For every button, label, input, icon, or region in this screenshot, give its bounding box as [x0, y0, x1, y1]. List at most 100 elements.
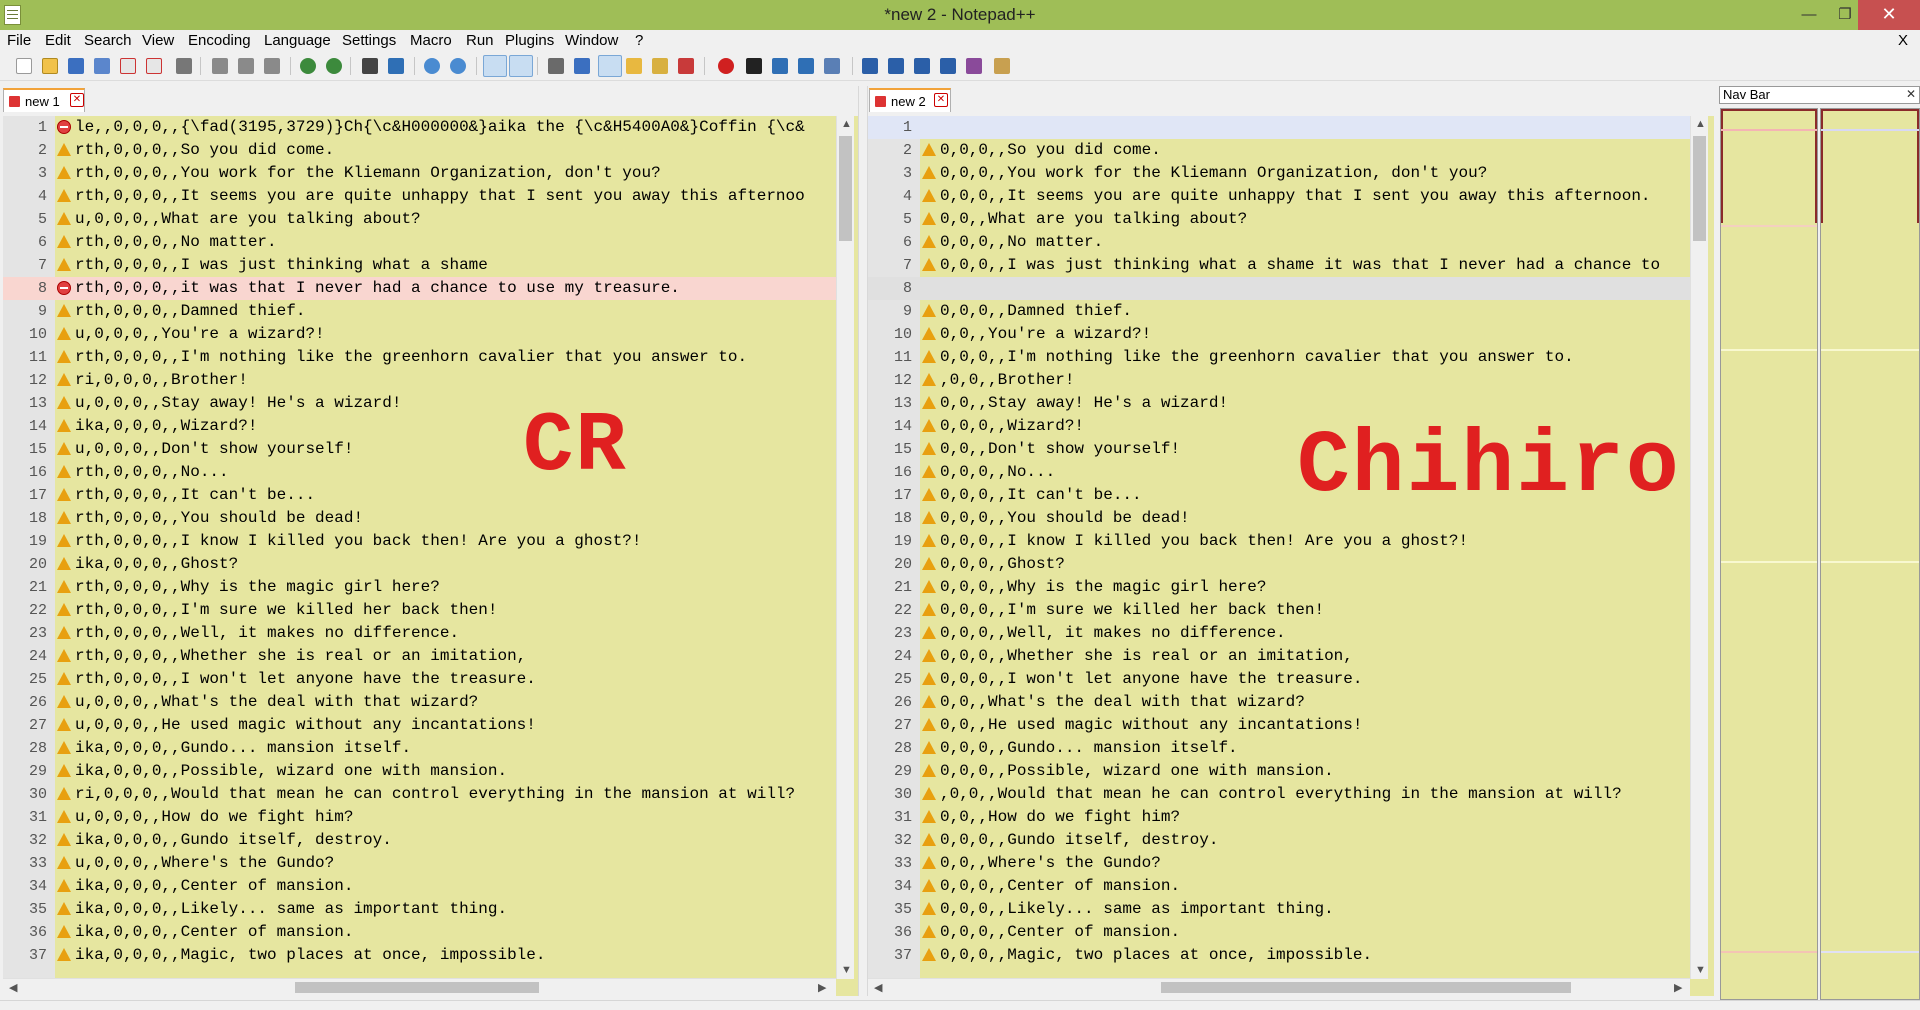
scroll-up-arrow-icon[interactable]: ▲	[841, 118, 852, 130]
editor-line[interactable]: 31 u,0,0,0,,How do we fight him?	[3, 806, 836, 829]
editor-line[interactable]: 4 rth,0,0,0,,It seems you are quite unhap…	[3, 185, 836, 208]
close-document-button[interactable]: X	[1898, 30, 1908, 52]
view-splitter[interactable]	[858, 86, 868, 996]
scrollbar-thumb[interactable]	[295, 982, 539, 993]
editor-line[interactable]: 21 0,0,0,,Why is the magic girl here?	[868, 576, 1690, 599]
close-file-icon[interactable]	[120, 58, 136, 74]
scroll-down-arrow-icon[interactable]: ▼	[1695, 964, 1706, 976]
scroll-left-arrow-icon[interactable]: ◀	[874, 981, 882, 994]
editor-line[interactable]: 30 ri,0,0,0,,Would that mean he can contr…	[3, 783, 836, 806]
menu-window[interactable]: Window	[565, 30, 618, 52]
editor-line[interactable]: 6 rth,0,0,0,,No matter.	[3, 231, 836, 254]
nav-bar-left-view[interactable]	[1720, 108, 1818, 1000]
editor-line[interactable]: 26 0,0,,What's the deal with that wizard?	[868, 691, 1690, 714]
editor-line[interactable]: 16 rth,0,0,0,,No...	[3, 461, 836, 484]
copy-icon[interactable]	[238, 58, 254, 74]
editor-line[interactable]: 36 0,0,0,,Center of mansion.	[868, 921, 1690, 944]
menu-run[interactable]: Run	[466, 30, 494, 52]
editor-line[interactable]: 11 rth,0,0,0,,I'm nothing like the greenh…	[3, 346, 836, 369]
editor-line[interactable]: 26 u,0,0,0,,What's the deal with that wiz…	[3, 691, 836, 714]
menu-macro[interactable]: Macro	[410, 30, 452, 52]
last-difference-icon[interactable]	[940, 58, 956, 74]
close-tab-icon[interactable]: ✕	[70, 93, 84, 107]
scrollbar-thumb[interactable]	[1161, 982, 1571, 993]
editor-line[interactable]: 5 0,0,,What are you talking about?	[868, 208, 1690, 231]
menu-settings[interactable]: Settings	[342, 30, 396, 52]
indent-guide-icon[interactable]	[598, 55, 622, 77]
editor-line[interactable]: 9 0,0,0,,Damned thief.	[868, 300, 1690, 323]
editor-line[interactable]: 34 ika,0,0,0,,Center of mansion.	[3, 875, 836, 898]
editor-line[interactable]: 15 u,0,0,0,,Don't show yourself!	[3, 438, 836, 461]
find-icon[interactable]	[362, 58, 378, 74]
editor-line[interactable]: 2 rth,0,0,0,,So you did come.	[3, 139, 836, 162]
scroll-right-arrow-icon[interactable]: ▶	[1674, 981, 1682, 994]
paste-icon[interactable]	[264, 58, 280, 74]
spell-check-icon[interactable]	[966, 58, 982, 74]
editor-line[interactable]: 27 0,0,,He used magic without any incanta…	[868, 714, 1690, 737]
editor-line[interactable]: 2 0,0,0,,So you did come.	[868, 139, 1690, 162]
editor-line[interactable]: 31 0,0,,How do we fight him?	[868, 806, 1690, 829]
editor-line[interactable]: 37 0,0,0,,Magic, two places at once, impo…	[868, 944, 1690, 967]
editor-line[interactable]: 3 0,0,0,,You work for the Kliemann Organi…	[868, 162, 1690, 185]
editor-line[interactable]: 22 0,0,0,,I'm sure we killed her back the…	[868, 599, 1690, 622]
sync-vertical-scroll-icon[interactable]	[483, 55, 507, 77]
editor-line[interactable]: 20 0,0,0,,Ghost?	[868, 553, 1690, 576]
editor-line[interactable]: 23 rth,0,0,0,,Well, it makes no differenc…	[3, 622, 836, 645]
editor-line[interactable]: 19 0,0,0,,I know I killed you back then! …	[868, 530, 1690, 553]
editor-line[interactable]: 12 ri,0,0,0,,Brother!	[3, 369, 836, 392]
editor-line[interactable]: 23 0,0,0,,Well, it makes no difference.	[868, 622, 1690, 645]
editor-line[interactable]: 32 ika,0,0,0,,Gundo itself, destroy.	[3, 829, 836, 852]
scrollbar-thumb[interactable]	[1693, 136, 1706, 241]
editor-line[interactable]: 14 ika,0,0,0,,Wizard?!	[3, 415, 836, 438]
editor-line[interactable]: 7 rth,0,0,0,,I was just thinking what a s…	[3, 254, 836, 277]
run-macro-multiple-icon[interactable]	[798, 58, 814, 74]
menu-search[interactable]: Search	[84, 30, 132, 52]
editor-line[interactable]: 24 0,0,0,,Whether she is real or an imita…	[868, 645, 1690, 668]
editor-line[interactable]: 7 0,0,0,,I was just thinking what a shame…	[868, 254, 1690, 277]
close-tab-icon[interactable]: ✕	[934, 93, 948, 107]
editor-line[interactable]: 10 u,0,0,0,,You're a wizard?!	[3, 323, 836, 346]
editor-line[interactable]: 28 0,0,0,,Gundo... mansion itself.	[868, 737, 1690, 760]
editor-line[interactable]: 13 u,0,0,0,,Stay away! He's a wizard!	[3, 392, 836, 415]
save-icon[interactable]	[68, 58, 84, 74]
right-editor[interactable]: 1 2 0,0,0,,So you did come. 3 0,0,0,,You wor…	[868, 116, 1714, 996]
nav-bar-right-view[interactable]	[1820, 108, 1920, 1000]
editor-line[interactable]: 28 ika,0,0,0,,Gundo... mansion itself.	[3, 737, 836, 760]
replace-icon[interactable]	[388, 58, 404, 74]
show-all-characters-icon[interactable]	[574, 58, 590, 74]
menu-file[interactable]: File	[7, 30, 31, 52]
next-difference-icon[interactable]	[914, 58, 930, 74]
menu-help[interactable]: ?	[635, 30, 643, 52]
nav-visible-region[interactable]	[1821, 109, 1919, 223]
menu-edit[interactable]: Edit	[45, 30, 71, 52]
editor-line[interactable]: 17 rth,0,0,0,,It can't be...	[3, 484, 836, 507]
open-file-icon[interactable]	[42, 58, 58, 74]
editor-line[interactable]: 11 0,0,0,,I'm nothing like the greenhorn …	[868, 346, 1690, 369]
editor-line[interactable]: 1 le,,0,0,0,,{\fad(3195,3729)}Ch{\c&H0000…	[3, 116, 836, 139]
close-all-icon[interactable]	[146, 58, 162, 74]
user-language-icon[interactable]	[626, 58, 642, 74]
editor-line[interactable]: 33 0,0,,Where's the Gundo?	[868, 852, 1690, 875]
editor-line[interactable]: 32 0,0,0,,Gundo itself, destroy.	[868, 829, 1690, 852]
close-window-button[interactable]: ✕	[1858, 0, 1920, 30]
tab-new-1[interactable]: new 1 ✕	[3, 88, 85, 112]
redo-icon[interactable]	[326, 58, 342, 74]
previous-difference-icon[interactable]	[888, 58, 904, 74]
new-file-icon[interactable]	[16, 58, 32, 74]
editor-line[interactable]: 34 0,0,0,,Center of mansion.	[868, 875, 1690, 898]
editor-line[interactable]: 12 ,0,0,,Brother!	[868, 369, 1690, 392]
menu-view[interactable]: View	[142, 30, 174, 52]
word-wrap-icon[interactable]	[548, 58, 564, 74]
cut-icon[interactable]	[212, 58, 228, 74]
editor-line[interactable]: 9 rth,0,0,0,,Damned thief.	[3, 300, 836, 323]
menu-encoding[interactable]: Encoding	[188, 30, 251, 52]
editor-line[interactable]: 27 u,0,0,0,,He used magic without any inc…	[3, 714, 836, 737]
editor-line[interactable]: 1	[868, 116, 1690, 139]
playback-macro-icon[interactable]	[772, 58, 788, 74]
editor-line[interactable]: 33 u,0,0,0,,Where's the Gundo?	[3, 852, 836, 875]
editor-line[interactable]: 5 u,0,0,0,,What are you talking about?	[3, 208, 836, 231]
scrollbar-thumb[interactable]	[839, 136, 852, 241]
zoom-out-icon[interactable]	[450, 58, 466, 74]
editor-line[interactable]: 3 rth,0,0,0,,You work for the Kliemann Or…	[3, 162, 836, 185]
scroll-right-arrow-icon[interactable]: ▶	[818, 981, 826, 994]
